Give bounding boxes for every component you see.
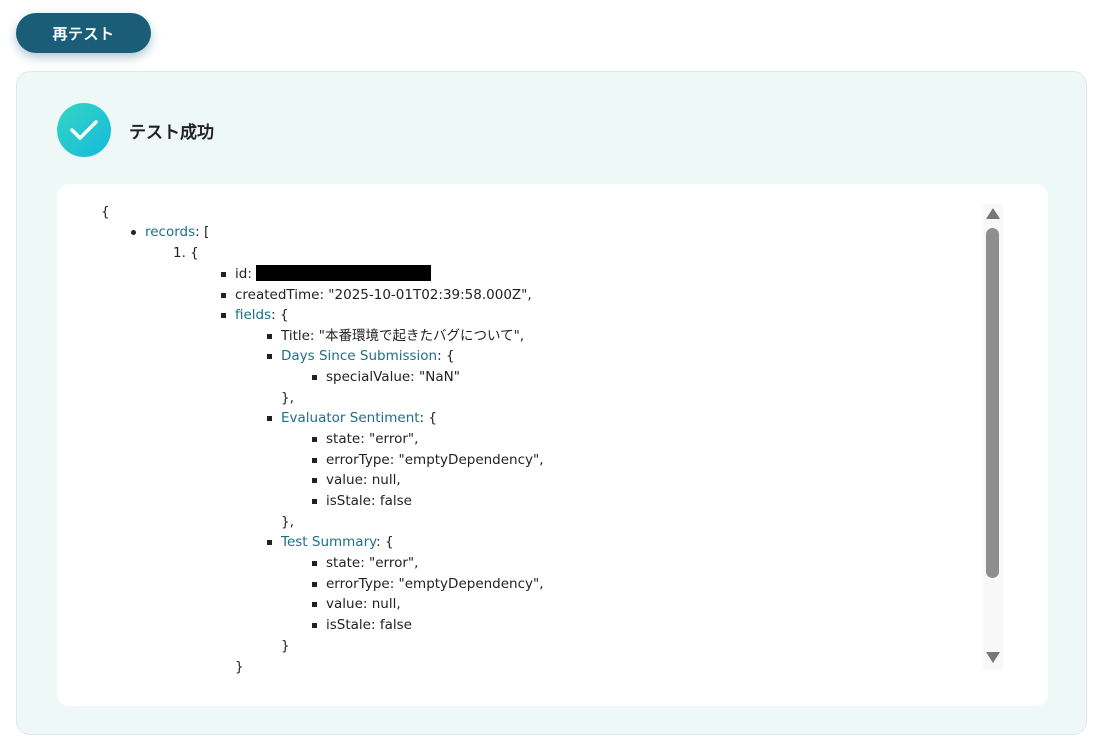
json-open-brace: { — [101, 204, 110, 220]
bullet-square — [312, 437, 317, 442]
bullet-disc — [131, 230, 136, 235]
evaluator-sentiment-key[interactable]: Evaluator Sentiment — [281, 410, 420, 426]
vertical-scrollbar[interactable] — [983, 204, 1003, 670]
title-text: Title: "本番環境で起きたバグについて", — [281, 328, 525, 344]
bullet-square — [312, 582, 317, 587]
json-eval-state-line: state: "error", — [312, 429, 419, 449]
bullet-square — [312, 623, 317, 628]
bullet-square — [267, 540, 272, 545]
triangle-down-icon[interactable] — [985, 650, 1001, 664]
json-result-box: { records: [ 1. { id: createdTime: "2025… — [57, 184, 1048, 706]
sum-is-stale-text: isStale: false — [326, 617, 412, 633]
json-close-brace: }, — [281, 390, 294, 406]
test-summary-key[interactable]: Test Summary — [281, 534, 376, 550]
id-label: id: — [235, 266, 252, 282]
check-icon — [57, 103, 111, 157]
scrollbar-thumb[interactable] — [986, 228, 999, 578]
sum-error-type-text: errorType: "emptyDependency", — [326, 576, 544, 592]
bullet-square — [267, 334, 272, 339]
json-eval-error-type-line: errorType: "emptyDependency", — [312, 450, 544, 470]
json-fields-line: fields: { — [221, 305, 289, 325]
json-summary-line: Test Summary: { — [267, 532, 394, 552]
eval-state-text: state: "error", — [326, 431, 419, 447]
json-created-time-line: createdTime: "2025-10-01T02:39:58.000Z", — [221, 285, 532, 305]
test-status-title: テスト成功 — [129, 123, 214, 143]
days-since-submission-key[interactable]: Days Since Submission — [281, 348, 437, 364]
eval-is-stale-text: isStale: false — [326, 493, 412, 509]
json-close-fields-partial: } — [235, 659, 244, 675]
bullet-square — [221, 293, 226, 298]
days-brace: : { — [437, 348, 455, 364]
sum-value-text: value: null, — [326, 596, 401, 612]
json-eval-is-stale-line: isStale: false — [312, 491, 412, 511]
evaluator-brace: : { — [419, 410, 437, 426]
bullet-square — [312, 499, 317, 504]
test-result-panel: テスト成功 { records: [ 1. { id: createdTime:… — [16, 71, 1087, 735]
bullet-square — [267, 416, 272, 421]
json-days-line: Days Since Submission: { — [267, 346, 455, 366]
triangle-up-icon[interactable] — [985, 206, 1001, 220]
json-sum-state-line: state: "error", — [312, 553, 419, 573]
json-viewer: { records: [ 1. { id: createdTime: "2025… — [57, 184, 987, 676]
json-evaluator-line: Evaluator Sentiment: { — [267, 408, 437, 428]
json-close-brace: } — [281, 638, 290, 654]
sum-state-text: state: "error", — [326, 555, 419, 571]
json-item-number: 1. { — [173, 245, 199, 261]
json-id-line: id: — [221, 264, 431, 284]
eval-value-text: value: null, — [326, 472, 401, 488]
bullet-square — [312, 375, 317, 380]
bullet-square — [221, 272, 226, 277]
json-sum-error-type-line: errorType: "emptyDependency", — [312, 574, 544, 594]
summary-brace: : { — [376, 534, 394, 550]
json-eval-value-line: value: null, — [312, 470, 401, 490]
special-value-text: specialValue: "NaN" — [326, 369, 460, 385]
records-key[interactable]: records — [145, 224, 195, 240]
bullet-square — [312, 458, 317, 463]
fields-brace: : { — [271, 307, 289, 323]
bullet-square — [221, 313, 226, 318]
bullet-square — [312, 561, 317, 566]
redacted-id — [255, 265, 431, 281]
created-time-text: createdTime: "2025-10-01T02:39:58.000Z", — [235, 287, 532, 303]
json-sum-value-line: value: null, — [312, 594, 401, 614]
retest-button[interactable]: 再テスト — [16, 13, 151, 53]
bullet-square — [312, 602, 317, 607]
eval-error-type-text: errorType: "emptyDependency", — [326, 452, 544, 468]
records-bracket: : [ — [195, 224, 210, 240]
fields-key[interactable]: fields — [235, 307, 271, 323]
bullet-square — [267, 354, 272, 359]
json-title-line: Title: "本番環境で起きたバグについて", — [267, 326, 525, 346]
json-sum-is-stale-line: isStale: false — [312, 615, 412, 635]
bullet-square — [312, 478, 317, 483]
json-records-line: records: [ — [131, 222, 210, 242]
json-special-value-line: specialValue: "NaN" — [312, 367, 460, 387]
json-close-brace: }, — [281, 514, 294, 530]
